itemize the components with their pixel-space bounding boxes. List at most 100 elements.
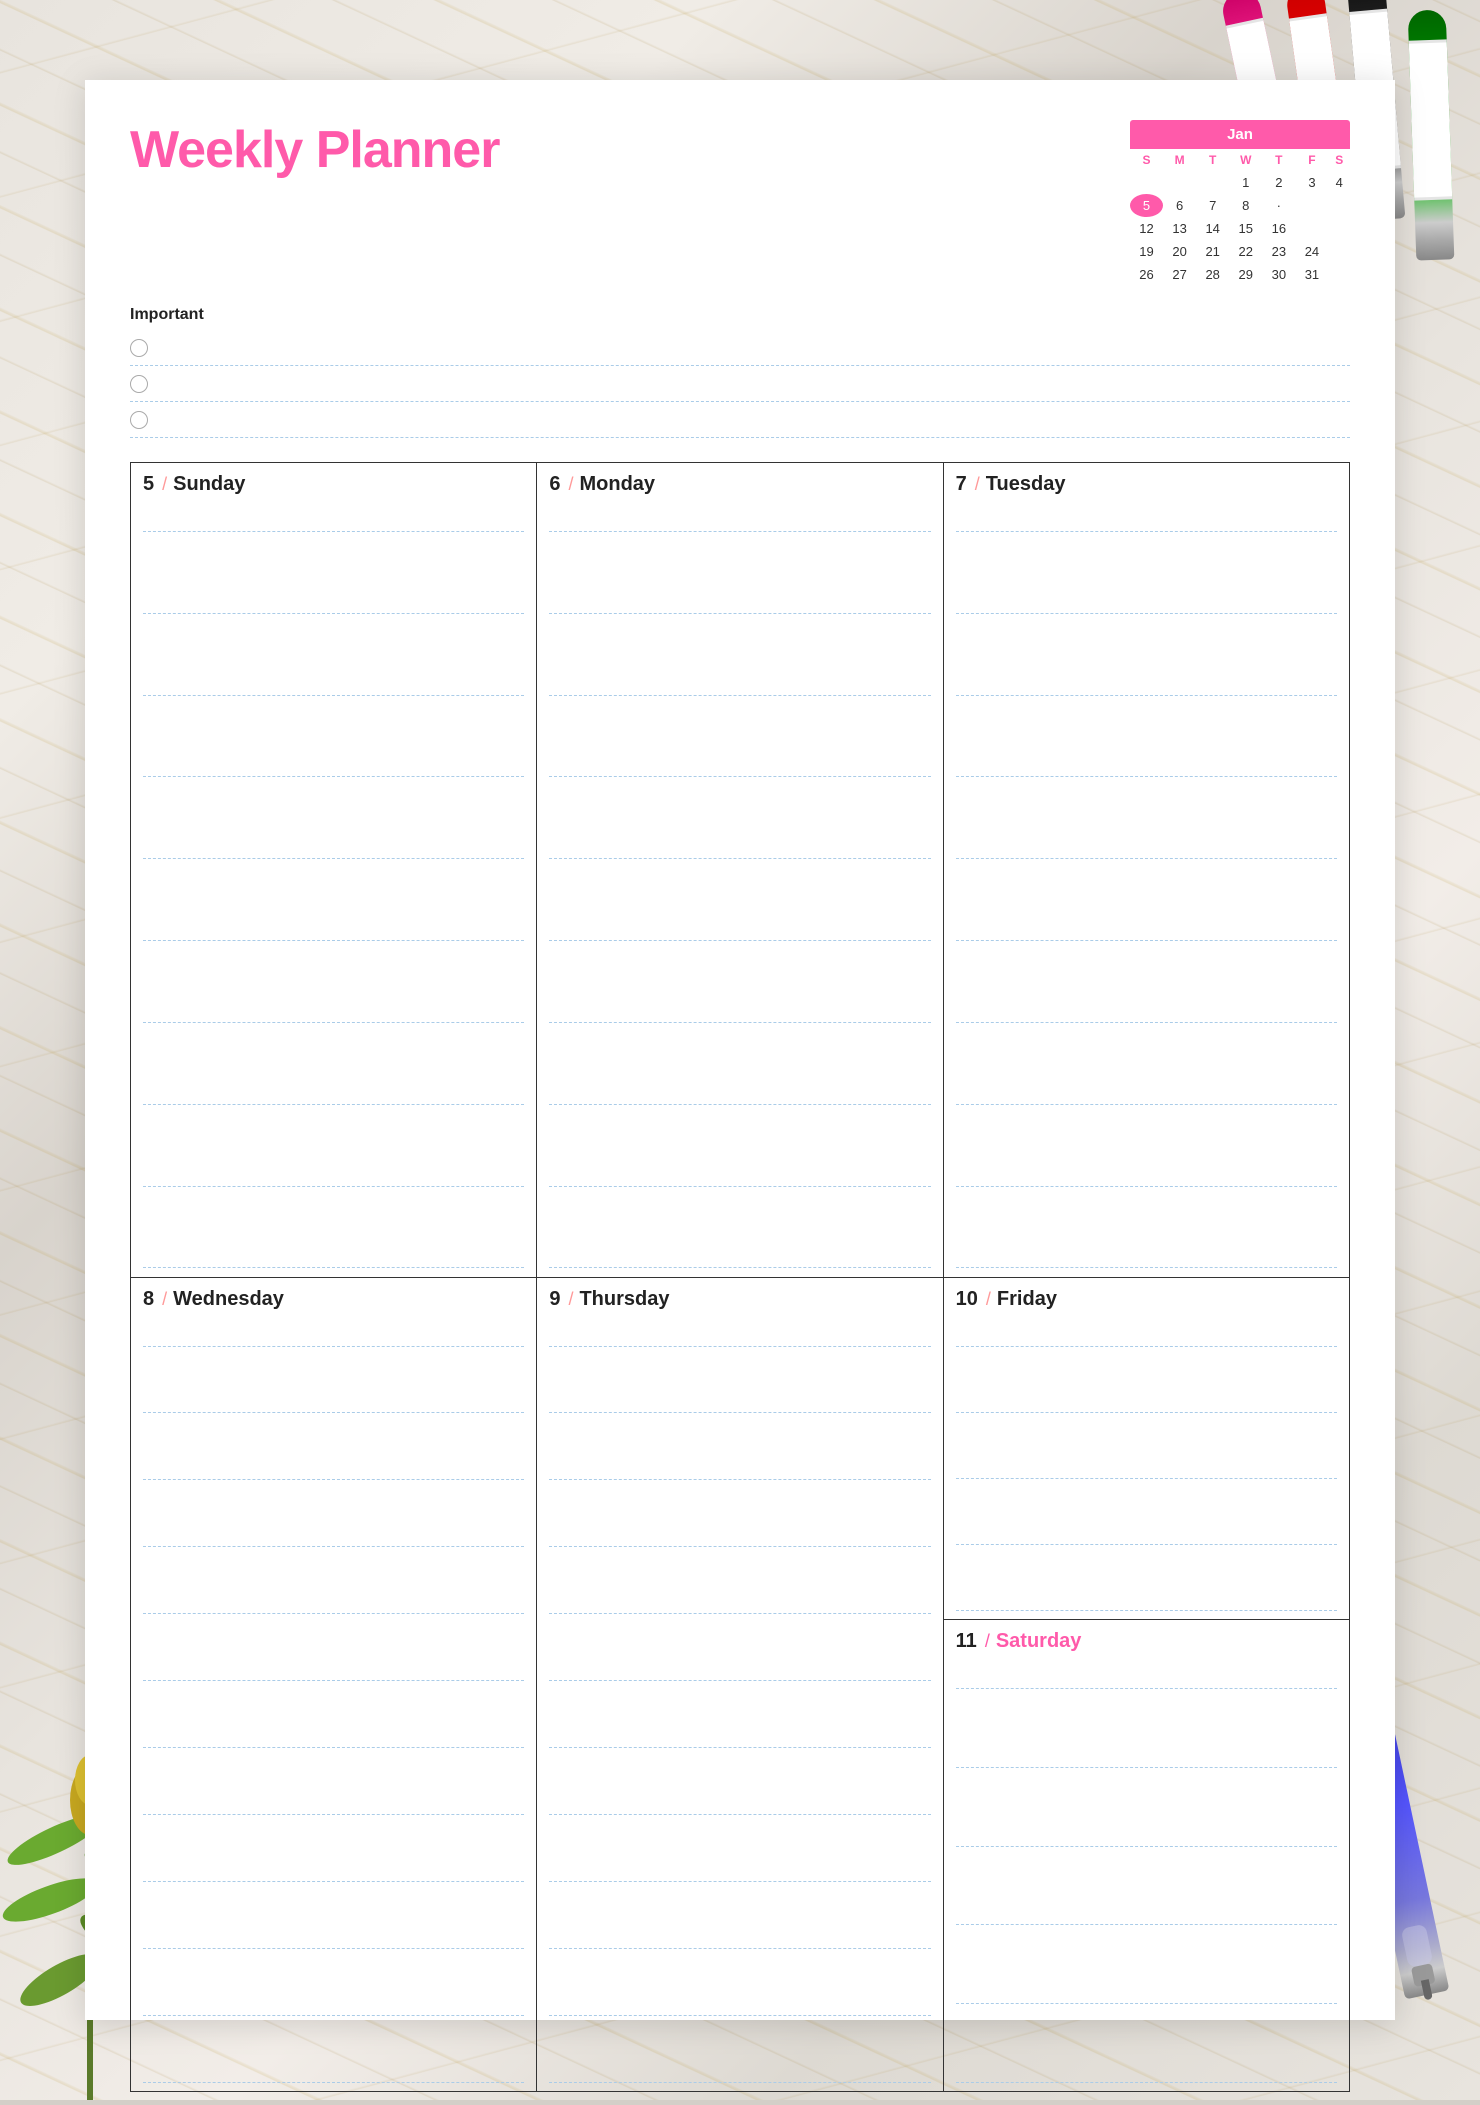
cal-day: 4	[1328, 171, 1350, 194]
line	[956, 1319, 1337, 1347]
cal-day-25	[1328, 240, 1350, 263]
line	[549, 1519, 930, 1547]
calendar-table: S M T W T F S 1 2	[1130, 149, 1350, 286]
cal-day-16: 16	[1262, 217, 1295, 240]
line	[549, 1787, 930, 1815]
marker-green	[1408, 9, 1455, 260]
line	[143, 668, 524, 696]
line	[143, 1159, 524, 1187]
cal-day-6: 6	[1163, 194, 1196, 217]
line	[549, 913, 930, 941]
line	[143, 1653, 524, 1681]
line	[549, 1319, 930, 1347]
line	[143, 1720, 524, 1748]
line	[549, 1988, 930, 2016]
cal-header-tue: T	[1196, 149, 1229, 171]
line	[549, 1452, 930, 1480]
planner-body: 5 / Sunday	[130, 462, 1350, 2092]
cal-day-14: 14	[1196, 217, 1229, 240]
cal-header-fri: F	[1295, 149, 1328, 171]
cal-day-27: 27	[1163, 263, 1196, 286]
sunday-slash: /	[162, 474, 167, 495]
line	[956, 1583, 1337, 1611]
cal-header-sat: S	[1328, 149, 1350, 171]
saturday-num: 11	[956, 1630, 977, 1653]
cal-day-10	[1295, 194, 1328, 217]
sunday-name: Sunday	[173, 473, 245, 496]
cal-day-18	[1328, 217, 1350, 240]
checkbox-3[interactable]	[130, 411, 148, 429]
friday-num: 10	[956, 1288, 978, 1311]
thursday-lines	[549, 1319, 930, 2084]
line	[956, 1451, 1337, 1479]
cal-header-wed: W	[1229, 149, 1262, 171]
cal-week-3: 12 13 14 15 16	[1130, 217, 1350, 240]
line	[143, 1854, 524, 1882]
cal-day-26: 26	[1130, 263, 1163, 286]
line	[956, 1740, 1337, 1768]
checkbox-2[interactable]	[130, 375, 148, 393]
cal-week-1: 1 2 3 4	[1130, 171, 1350, 194]
wednesday-num: 8	[143, 1288, 154, 1311]
checkbox-1[interactable]	[130, 339, 148, 357]
cal-day	[1130, 171, 1163, 194]
day-cell-monday: 6 / Monday	[537, 463, 943, 1278]
cal-day-30: 30	[1262, 263, 1295, 286]
line	[143, 586, 524, 614]
cal-day-5: 5	[1130, 194, 1163, 217]
cal-day-7: 7	[1196, 194, 1229, 217]
line	[143, 1787, 524, 1815]
cal-day-19: 19	[1130, 240, 1163, 263]
line	[143, 1385, 524, 1413]
cal-day-13: 13	[1163, 217, 1196, 240]
line	[956, 913, 1337, 941]
thursday-slash: /	[568, 1289, 573, 1310]
cal-header-thu: T	[1262, 149, 1295, 171]
line	[143, 1921, 524, 1949]
friday-header: 10 / Friday	[956, 1288, 1337, 1311]
tuesday-num: 7	[956, 473, 967, 496]
page-title: Weekly Planner	[130, 120, 499, 180]
line	[549, 1159, 930, 1187]
important-item-1	[130, 330, 1350, 366]
planner-page: Weekly Planner Jan S M T W T F S	[85, 80, 1395, 2020]
line	[143, 913, 524, 941]
day-cell-tuesday: 7 / Tuesday	[944, 463, 1350, 1278]
tuesday-lines	[956, 504, 1337, 1269]
cal-day-8: 8	[1229, 194, 1262, 217]
monday-num: 6	[549, 473, 560, 496]
line	[549, 1653, 930, 1681]
line	[549, 1240, 930, 1268]
line	[143, 1519, 524, 1547]
line	[143, 1988, 524, 2016]
friday-lines	[956, 1319, 1337, 1612]
fri-sat-column: 10 / Friday 11 /	[944, 1278, 1350, 2093]
thursday-name: Thursday	[579, 1288, 669, 1311]
cal-day-12: 12	[1130, 217, 1163, 240]
line	[956, 831, 1337, 859]
wednesday-header: 8 / Wednesday	[143, 1288, 524, 1311]
line	[549, 1385, 930, 1413]
line	[143, 749, 524, 777]
monday-lines	[549, 504, 930, 1269]
line	[956, 1077, 1337, 1105]
cal-day-17	[1295, 217, 1328, 240]
cal-day-22: 22	[1229, 240, 1262, 263]
line	[143, 504, 524, 532]
calendar-month: Jan	[1130, 120, 1350, 149]
cal-day: 3	[1295, 171, 1328, 194]
cal-day-21: 21	[1196, 240, 1229, 263]
line	[956, 1897, 1337, 1925]
line	[549, 1720, 930, 1748]
line	[143, 1452, 524, 1480]
line	[956, 2055, 1337, 2083]
line	[956, 749, 1337, 777]
sunday-header: 5 / Sunday	[143, 473, 524, 496]
header: Weekly Planner Jan S M T W T F S	[130, 120, 1350, 286]
line	[143, 995, 524, 1023]
sunday-lines	[143, 504, 524, 1269]
cal-header-mon: M	[1163, 149, 1196, 171]
line	[549, 749, 930, 777]
cal-day-empty	[1328, 263, 1350, 286]
cal-day-15: 15	[1229, 217, 1262, 240]
